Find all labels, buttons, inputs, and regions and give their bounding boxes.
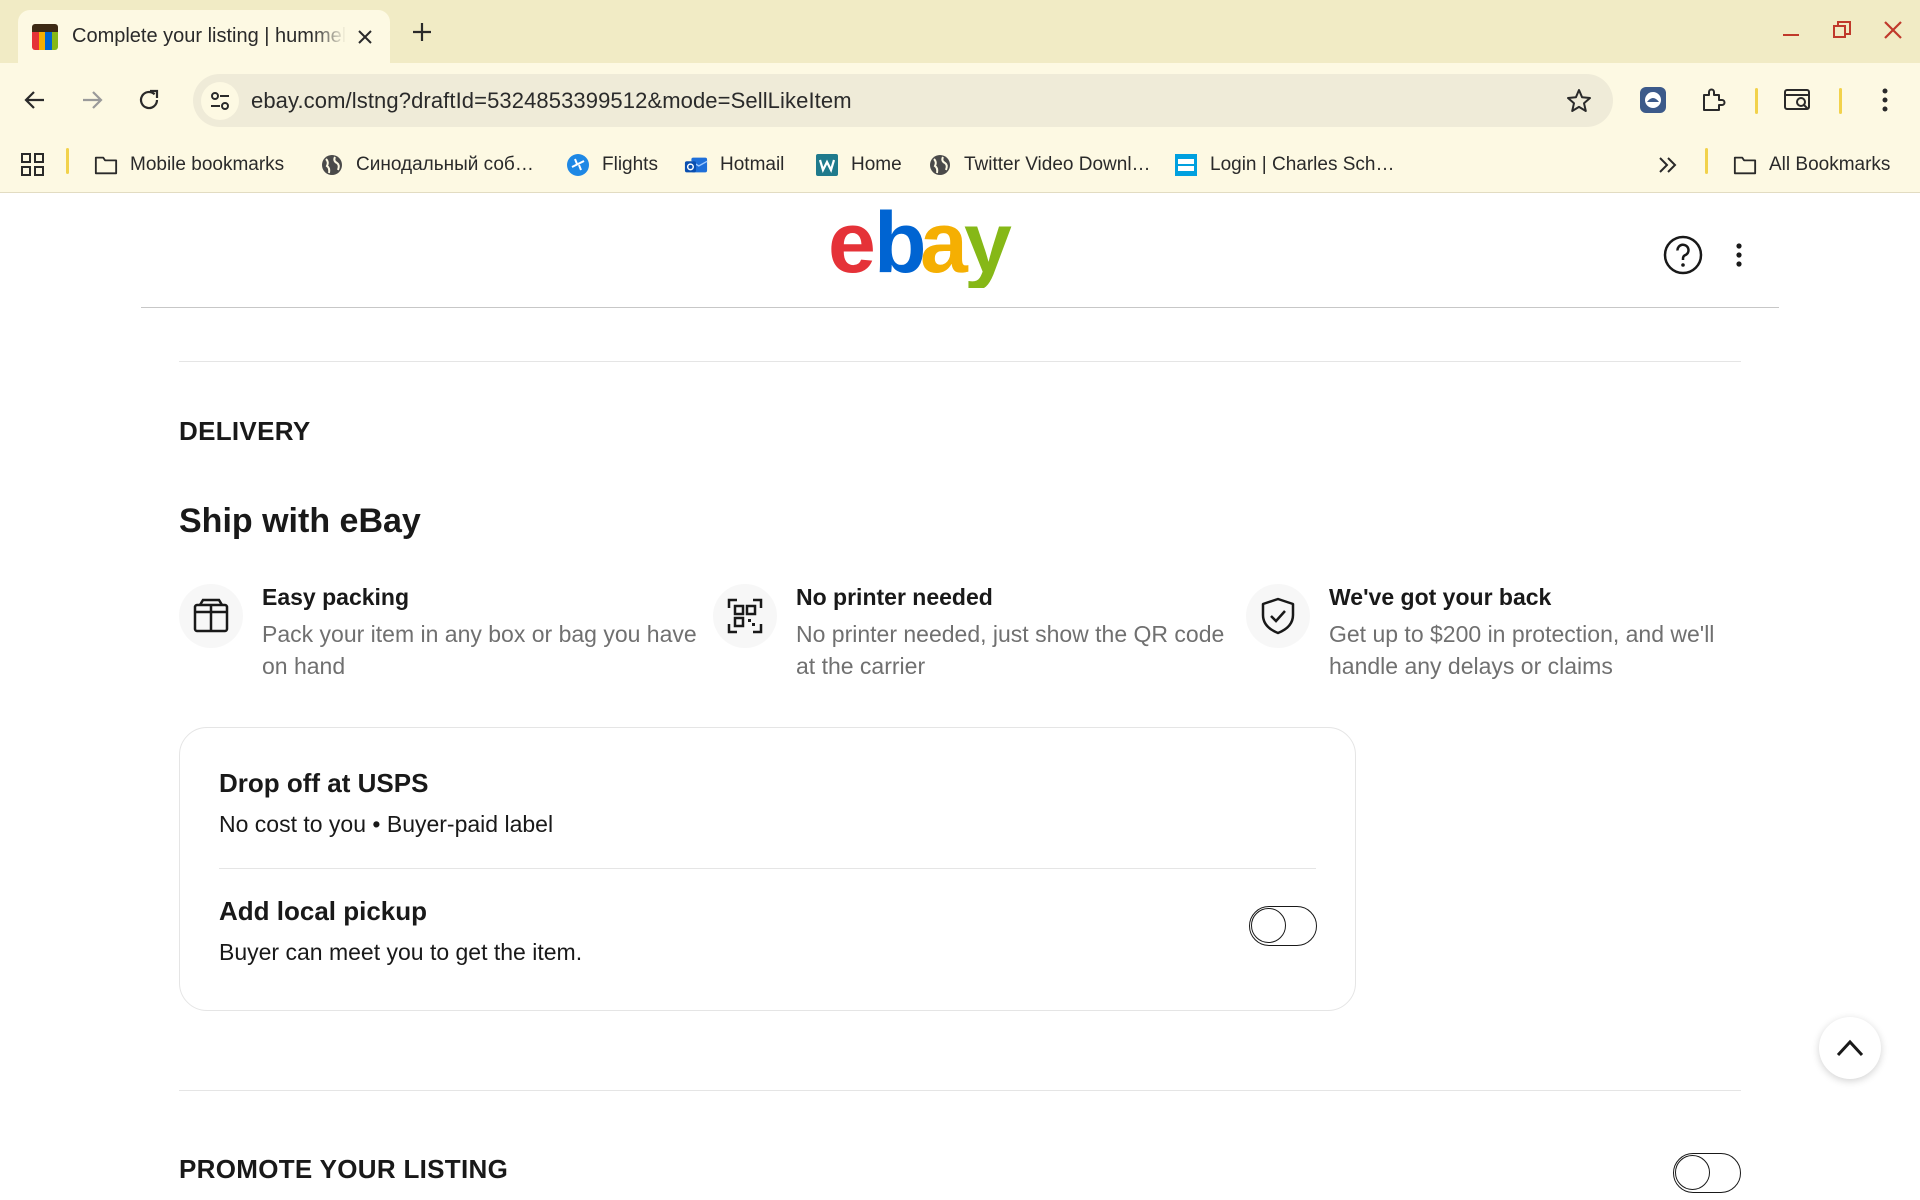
bookmark-label: Hotmail	[720, 154, 785, 175]
tab-close-icon[interactable]	[352, 24, 378, 50]
delivery-section-title: DELIVERY	[179, 416, 311, 446]
browser-menu-icon[interactable]	[1864, 79, 1906, 121]
extensions-puzzle-icon[interactable]	[1692, 79, 1734, 121]
tab-strip: Complete your listing | hummel	[0, 0, 1920, 63]
forward-icon[interactable]	[71, 79, 113, 121]
toolbar-separator	[1755, 88, 1758, 114]
all-bookmarks-label: All Bookmarks	[1769, 154, 1891, 175]
minimize-icon[interactable]	[1773, 14, 1809, 46]
feature-protection: We've got your back Get up to $200 in pr…	[1246, 584, 1766, 694]
reload-icon[interactable]	[128, 79, 170, 121]
feature-description: Pack your item in any box or bag you hav…	[262, 621, 697, 679]
globe-icon	[320, 153, 344, 177]
bookmark-label: Login | Charles Sch…	[1210, 154, 1395, 175]
ebay-header: e b a y	[141, 194, 1779, 308]
bookmark-label: Синодальный соб…	[356, 154, 534, 175]
tab-title: Complete your listing | hummel	[72, 25, 346, 47]
scroll-to-top-button[interactable]	[1819, 1017, 1881, 1079]
schwab-icon	[1174, 153, 1198, 177]
feature-title: Easy packing	[262, 584, 410, 610]
toolbar-separator	[1839, 88, 1842, 114]
site-settings-icon[interactable]	[201, 81, 239, 120]
address-bar[interactable]: ebay.com/lstng?draftId=5324853399512&mod…	[193, 74, 1613, 127]
browser-tab[interactable]: Complete your listing | hummel	[18, 10, 390, 63]
bookmarks-bar: Mobile bookmarks Синодальный соб… Flight…	[0, 138, 1920, 193]
home-w-icon	[815, 153, 839, 177]
back-icon[interactable]	[14, 79, 56, 121]
svg-text:y: y	[964, 202, 1012, 288]
feature-description: Get up to $200 in protection, and we'll …	[1329, 621, 1715, 679]
bookmark-item[interactable]: Home	[815, 146, 902, 184]
tab-favicon-icon	[32, 23, 58, 50]
bookmark-label: Twitter Video Downl…	[964, 154, 1151, 175]
flights-icon	[566, 153, 590, 177]
chevron-up-icon	[1836, 1039, 1864, 1057]
globe-icon	[928, 153, 952, 177]
bookmark-item[interactable]: Синодальный соб…	[320, 146, 534, 184]
browser-toolbar: ebay.com/lstng?draftId=5324853399512&mod…	[0, 63, 1920, 138]
folder-icon	[94, 153, 118, 177]
ship-with-ebay-title: Ship with eBay	[179, 502, 421, 540]
new-tab-icon[interactable]	[406, 16, 438, 48]
bookmarks-separator	[66, 148, 69, 174]
feature-title: No printer needed	[796, 584, 993, 610]
more-options-icon[interactable]	[1729, 234, 1749, 276]
local-pickup-toggle[interactable]	[1249, 906, 1317, 946]
bookmark-item[interactable]: Hotmail	[684, 146, 784, 184]
dropoff-title: Drop off at USPS	[219, 768, 429, 798]
section-divider	[179, 361, 1741, 362]
bookmark-item[interactable]: Twitter Video Downl…	[928, 146, 1151, 184]
extension-circle-icon[interactable]	[1632, 79, 1674, 121]
help-icon[interactable]	[1662, 234, 1704, 276]
more-bookmarks-icon[interactable]	[1657, 146, 1679, 184]
bookmark-label: Home	[851, 154, 902, 175]
ebay-logo[interactable]: e b a y	[828, 195, 1028, 293]
tab-search-icon[interactable]	[1777, 79, 1819, 121]
shipping-options-card: Drop off at USPS No cost to you • Buyer-…	[179, 727, 1356, 1011]
svg-text:e: e	[828, 202, 873, 288]
dropoff-subtitle: No cost to you • Buyer-paid label	[219, 811, 554, 837]
close-window-icon[interactable]	[1875, 14, 1911, 46]
feature-title: We've got your back	[1329, 584, 1552, 610]
bookmark-item[interactable]: Flights	[566, 146, 658, 184]
folder-icon	[1733, 153, 1757, 177]
bookmark-item[interactable]: Login | Charles Sch…	[1174, 146, 1394, 184]
bookmarks-separator	[1705, 148, 1708, 174]
all-bookmarks-folder[interactable]: All Bookmarks	[1733, 146, 1890, 184]
svg-text:a: a	[920, 202, 969, 288]
box-icon	[179, 584, 243, 648]
card-divider	[219, 868, 1316, 869]
feature-no-printer: No printer needed No printer needed, jus…	[713, 584, 1233, 694]
page-content: e b a y DELIVERY Ship with eBay Easy pac…	[0, 194, 1920, 1200]
bookmark-label: Flights	[602, 154, 658, 175]
bookmark-star-icon[interactable]	[1559, 81, 1599, 121]
toggle-knob	[1251, 908, 1286, 943]
bookmark-item[interactable]: Mobile bookmarks	[94, 146, 284, 184]
local-pickup-subtitle: Buyer can meet you to get the item.	[219, 939, 583, 965]
outlook-icon	[684, 153, 708, 177]
toggle-knob	[1675, 1155, 1710, 1190]
feature-description: No printer needed, just show the QR code…	[796, 621, 1225, 679]
restore-icon[interactable]	[1824, 14, 1860, 46]
url-text[interactable]: ebay.com/lstng?draftId=5324853399512&mod…	[251, 88, 1559, 114]
bookmark-label: Mobile bookmarks	[130, 154, 285, 175]
feature-easy-packing: Easy packing Pack your item in any box o…	[179, 584, 699, 694]
svg-text:b: b	[874, 202, 923, 288]
promote-section-title: PROMOTE YOUR LISTING	[179, 1154, 509, 1184]
apps-icon[interactable]	[20, 146, 46, 184]
shield-check-icon	[1246, 584, 1310, 648]
qr-code-icon	[713, 584, 777, 648]
promote-listing-toggle[interactable]	[1673, 1153, 1741, 1193]
local-pickup-title: Add local pickup	[219, 896, 428, 926]
section-divider	[179, 1090, 1741, 1091]
